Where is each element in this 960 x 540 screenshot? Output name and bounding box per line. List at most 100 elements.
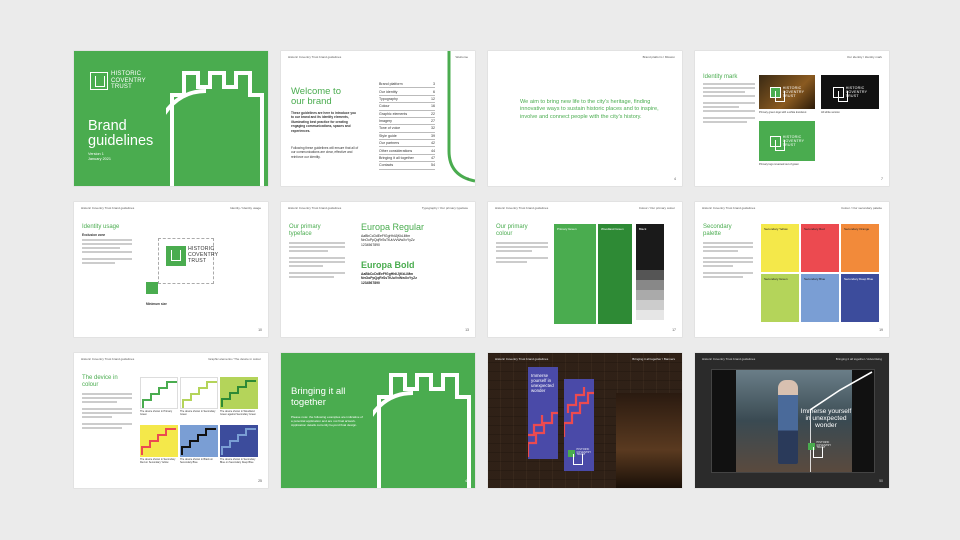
typo-title: Our primary typeface: [289, 224, 321, 237]
device-tile: [220, 377, 258, 409]
logo-on-green: HISTORIC COVENTRY TRUST: [759, 121, 815, 161]
slide-advertising[interactable]: Historic Coventry Trust brand guidelines…: [695, 353, 889, 488]
slide-section: Typography / Our primary typeface: [421, 206, 468, 210]
curve-line-icon: [447, 51, 475, 183]
usage-sub: Exclusion zone: [82, 233, 106, 237]
page-number: 2: [467, 177, 469, 181]
welcome-body-2: Following these guidelines will ensure t…: [291, 146, 359, 159]
page-number: 10: [258, 328, 262, 332]
device-title: The device in colour: [82, 375, 118, 388]
page-number: 50: [879, 479, 883, 483]
slide-primary-colour[interactable]: Historic Coventry Trust brand guidelines…: [488, 202, 682, 337]
usage-title: Identity usage: [82, 224, 120, 230]
font-regular-name: Europa Regular: [361, 222, 425, 232]
device-steps-icon: [221, 428, 256, 455]
device-tile: [180, 425, 218, 457]
font-bold-name: Europa Bold: [361, 260, 415, 270]
palette-title: Secondary palette: [703, 224, 732, 237]
caption: Primary logo reversed out of green: [759, 163, 799, 166]
min-size-label: Minimum size: [146, 302, 167, 306]
logo: HISTORIC COVENTRY TRUST: [90, 71, 146, 91]
colour-title: Our primary colour: [496, 224, 528, 237]
logo-green: HISTORIC COVENTRY TRUST: [166, 246, 218, 266]
device-steps-icon: [141, 428, 176, 455]
slide-banners[interactable]: Historic Coventry Trust brand guidelines…: [488, 353, 682, 488]
contents-item[interactable]: Our identity 6: [379, 88, 435, 96]
together-title: Bringing it all together: [291, 386, 346, 408]
swatch-black: Black: [636, 224, 664, 270]
slide-header: Historic Coventry Trust brand guidelines: [495, 357, 549, 361]
logo-line: COVENTRY: [111, 77, 146, 84]
slide-identity-usage[interactable]: Historic Coventry Trust brand guidelines…: [74, 202, 268, 337]
device-tile: [140, 377, 178, 409]
device-caption: The device shown in Primary Green: [140, 410, 173, 417]
slide-welcome[interactable]: Historic Coventry Trust brand guidelines…: [281, 51, 475, 186]
slide-bringing-together[interactable]: Bringing it all together Please note: th…: [281, 353, 475, 488]
swatch-green: Secondary Green: [761, 274, 799, 322]
device-steps-icon: [564, 387, 594, 437]
swatch-deep-blue: Secondary Deep Blue: [841, 274, 879, 322]
logo-line: HISTORIC: [111, 71, 142, 77]
together-body: Please note: the following examples are …: [291, 415, 363, 428]
slide-mission[interactable]: Brand platform / Mission We aim to bring…: [488, 51, 682, 186]
slide-section: Bringing it all together / Banners: [632, 357, 675, 361]
page-number: 13: [465, 328, 469, 332]
slide-cover[interactable]: HISTORIC COVENTRY TRUST Brand guidelines…: [74, 51, 268, 186]
swatch-tint: [636, 300, 664, 310]
contents-item[interactable]: Colour 16: [379, 103, 435, 111]
digits-sample: 1234567890: [361, 242, 380, 247]
contents-item[interactable]: Contacts 54: [379, 162, 435, 170]
slide-identity-mark[interactable]: Our identity / Identity mark Identity ma…: [695, 51, 889, 186]
slide-typography[interactable]: Historic Coventry Trust brand guidelines…: [281, 202, 475, 337]
slide-header: Historic Coventry Trust brand guidelines: [81, 357, 135, 361]
logo-mark-icon: [90, 71, 108, 90]
page-number: 25: [258, 479, 262, 483]
doorway: [616, 393, 682, 488]
device-caption: The device shown in Woodland Green again…: [220, 410, 256, 417]
swatch-woodland-green: Woodland Green: [598, 224, 632, 324]
person-figure: [778, 380, 798, 464]
device-caption: The device shown in Black on Secondary B…: [180, 458, 214, 465]
swatch-red: Secondary Red: [801, 224, 839, 272]
swatch-yellow: Secondary Yellow: [761, 224, 799, 272]
slide-secondary-palette[interactable]: Historic Coventry Trust brand guidelines…: [695, 202, 889, 337]
slide-section: Colour / Our secondary palette: [841, 206, 882, 210]
slide-header: Historic Coventry Trust brand guidelines: [288, 206, 342, 210]
contents-item[interactable]: Other considerations 44: [379, 147, 435, 155]
page-number: 4: [674, 177, 676, 181]
page-number: 48: [465, 479, 469, 483]
contents-item[interactable]: Our partners 42: [379, 140, 435, 148]
slide-device-colour[interactable]: Historic Coventry Trust brand guidelines…: [74, 353, 268, 488]
slide-header: Our identity / Identity mark: [846, 55, 882, 59]
banner-left: Immerse yourself in unexpected wonder: [528, 367, 558, 459]
banner-text: Immerse yourself in unexpected wonder: [531, 373, 554, 393]
swatch-primary-green: Primary Green: [554, 224, 596, 324]
caption: Primary green logo with a white knockout: [759, 111, 807, 114]
identity-title: Identity mark: [703, 74, 738, 80]
device-steps-icon: [181, 428, 216, 455]
contents-item[interactable]: Bringing it all together 47: [379, 155, 435, 163]
contents-item[interactable]: Imagery 27: [379, 118, 435, 126]
contents-item[interactable]: Typography 12: [379, 96, 435, 104]
slide-grid: HISTORIC COVENTRY TRUST Brand guidelines…: [74, 51, 889, 488]
slide-header: Historic Coventry Trust brand guidelines: [81, 206, 135, 210]
swatch-tint: [636, 270, 664, 280]
slide-header: Historic Coventry Trust brand guidelines: [288, 55, 342, 59]
logo-on-photo: HISTORIC COVENTRY TRUST: [759, 75, 815, 109]
page-number: 7: [881, 177, 883, 181]
device-caption: The device shown in Secondary Red on Sec…: [140, 458, 176, 465]
logo-small-icon: [146, 282, 158, 294]
device-steps-icon: [142, 381, 177, 408]
swatch-tint: [636, 290, 664, 300]
contents-list: Brand platform 3 Our identity 6 Typography…: [379, 81, 435, 170]
slide-section: Colour / Our primary colour: [638, 206, 675, 210]
contents-item[interactable]: Graphic elements 22: [379, 111, 435, 118]
welcome-body: These guidelines are here to introduce y…: [291, 111, 357, 133]
device-steps-icon: [182, 381, 217, 408]
logo-line: TRUST: [111, 84, 132, 91]
contents-item[interactable]: Brand platform 3: [379, 81, 435, 89]
contents-item[interactable]: Tone of voice 32: [379, 125, 435, 133]
page-number: 17: [672, 328, 676, 332]
digits-sample: 1234567890: [361, 280, 380, 285]
contents-item[interactable]: Style guide 39: [379, 133, 435, 140]
